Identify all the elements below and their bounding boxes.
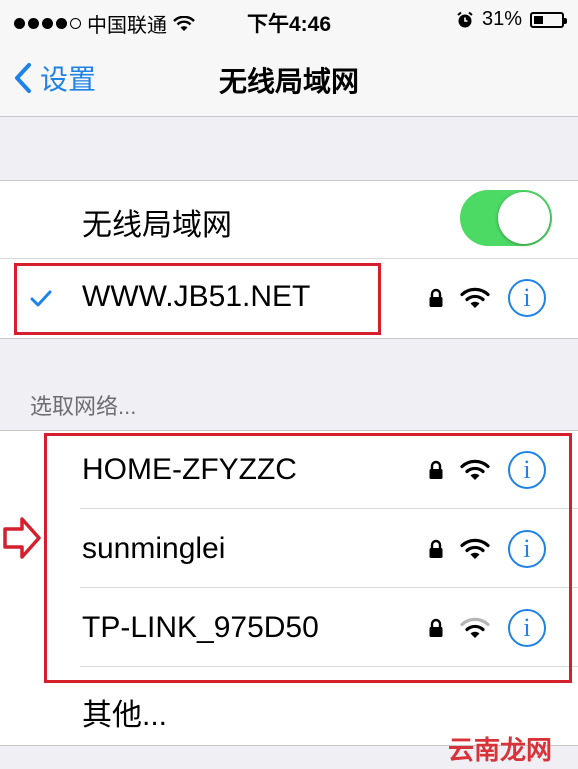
highlight-box-connected: [14, 263, 381, 335]
connected-network-icons: i: [428, 279, 546, 317]
arrow-right-icon: [3, 517, 41, 559]
battery-percent: 31%: [481, 8, 522, 30]
battery-nub: [564, 17, 567, 24]
status-right: 31%: [456, 8, 567, 31]
choose-network-header: 选取网络...: [30, 394, 137, 419]
battery-icon: [530, 11, 567, 28]
battery-fill: [534, 15, 543, 24]
toggle-knob: [498, 192, 550, 244]
highlight-box-networks: [44, 433, 572, 683]
wifi-strength-icon: [460, 287, 490, 308]
navigation-bar: 设置 无线局域网: [0, 40, 578, 117]
wifi-toggle-switch[interactable]: [460, 190, 552, 246]
info-button[interactable]: i: [508, 279, 546, 317]
page-title: 无线局域网: [218, 66, 359, 97]
alarm-clock-icon: [457, 11, 473, 27]
wifi-toggle-label: 无线局域网: [82, 209, 232, 242]
lock-icon: [429, 288, 443, 307]
watermark-text: 云南龙网: [448, 735, 553, 765]
other-network-label: 其他...: [82, 699, 168, 732]
status-bar: 中国联通 下午4:46 31%: [0, 0, 578, 40]
